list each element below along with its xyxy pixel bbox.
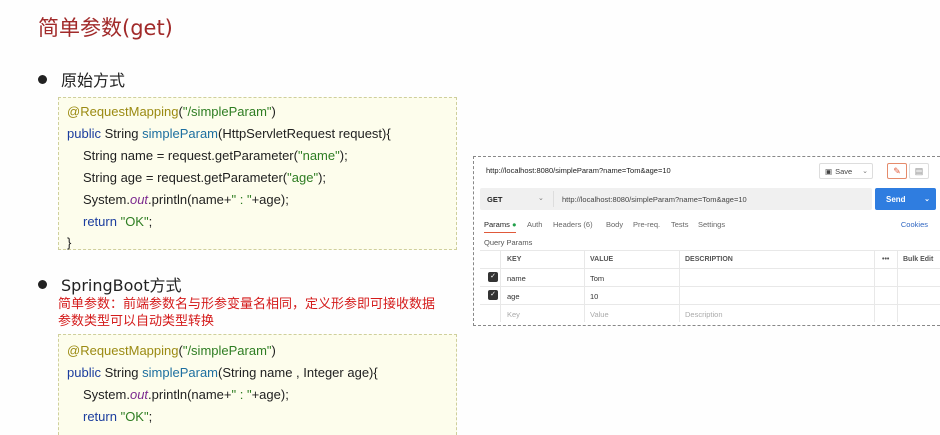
divider	[553, 191, 554, 207]
tab-body[interactable]: Body	[606, 220, 623, 229]
tab-headers[interactable]: Headers (6)	[553, 220, 593, 229]
bullet-raw-method-label: 原始方式	[61, 71, 126, 90]
code-line: @RequestMapping("/simpleParam")	[67, 104, 276, 119]
url-input[interactable]: http://localhost:8080/simpleParam?name=T…	[562, 195, 747, 204]
bullet-dot	[38, 74, 47, 84]
code-block-springboot: @RequestMapping("/simpleParam") public S…	[58, 334, 457, 435]
checkbox-checked-icon[interactable]: ✓	[488, 272, 498, 282]
bullet-raw-method: 原始方式	[38, 67, 125, 91]
column-description: DESCRIPTION	[685, 256, 733, 263]
postman-request-panel: http://localhost:8080/simpleParam?name=T…	[473, 156, 940, 326]
param-key[interactable]: name	[507, 274, 526, 283]
request-tab-title: http://localhost:8080/simpleParam?name=T…	[486, 166, 671, 175]
bullet-dot	[38, 279, 47, 289]
dot-icon: ●	[511, 220, 517, 229]
save-button[interactable]: ▣ Save ⌄	[819, 163, 873, 179]
query-params-label: Query Params	[484, 238, 533, 247]
checkbox-checked-icon[interactable]: ✓	[488, 290, 498, 300]
code-block-raw: @RequestMapping("/simpleParam") public S…	[58, 97, 457, 250]
pencil-icon[interactable]: ✎	[887, 163, 907, 179]
send-label: Send	[886, 194, 906, 204]
slide-title: 简单参数(get)	[38, 16, 173, 40]
code-line: public String simpleParam(HttpServletReq…	[67, 126, 391, 141]
request-url-bar: GET ⌄ http://localhost:8080/simpleParam?…	[480, 188, 872, 210]
comment-icon[interactable]: ▤	[909, 163, 929, 179]
tab-auth[interactable]: Auth	[527, 220, 542, 229]
param-key[interactable]: age	[507, 292, 520, 301]
code-line: return "OK";	[83, 214, 153, 229]
table-header-row: KEY VALUE DESCRIPTION ••• Bulk Edit	[480, 250, 940, 268]
save-label: Save	[835, 166, 853, 176]
cookies-link[interactable]: Cookies	[901, 220, 928, 229]
code-line: System.out.println(name+" : "+age);	[83, 192, 289, 207]
method-select[interactable]: GET	[487, 195, 502, 204]
table-row-empty: Key Value Description	[480, 304, 940, 322]
code-line: }	[67, 235, 72, 250]
table-row: ✓ age 10	[480, 286, 940, 304]
chevron-down-icon[interactable]: ⌄	[538, 194, 544, 202]
tab-prereq[interactable]: Pre-req.	[633, 220, 660, 229]
description-placeholder[interactable]: Description	[685, 310, 723, 319]
chevron-down-icon[interactable]: ⌄	[862, 167, 872, 175]
key-placeholder[interactable]: Key	[507, 310, 520, 319]
code-line: @RequestMapping("/simpleParam")	[67, 343, 276, 358]
bulk-edit-button[interactable]: Bulk Edit	[903, 256, 933, 263]
more-icon[interactable]: •••	[882, 256, 889, 263]
table-row: ✓ name Tom	[480, 268, 940, 286]
code-line: public String simpleParam(String name , …	[67, 365, 378, 380]
send-button[interactable]: Send ⌄	[875, 188, 936, 210]
code-line: return "OK";	[83, 409, 153, 424]
bullet-springboot-label: SpringBoot方式	[61, 276, 182, 295]
tab-params[interactable]: Params ●	[484, 220, 517, 233]
tab-tests[interactable]: Tests	[671, 220, 689, 229]
tab-settings[interactable]: Settings	[698, 220, 725, 229]
column-value: VALUE	[590, 256, 614, 263]
bullet-springboot-method: SpringBoot方式	[38, 272, 181, 296]
value-placeholder[interactable]: Value	[590, 310, 609, 319]
chevron-down-icon[interactable]: ⌄	[924, 195, 936, 203]
column-key: KEY	[507, 256, 522, 263]
code-line: String age = request.getParameter("age")…	[83, 170, 327, 185]
param-value[interactable]: 10	[590, 292, 598, 301]
note-line-1: 简单参数：前端参数名与形参变量名相同，定义形参即可接收数据	[58, 297, 436, 312]
param-value[interactable]: Tom	[590, 274, 604, 283]
code-line: System.out.println(name+" : "+age);	[83, 387, 289, 402]
save-icon: ▣	[825, 166, 833, 176]
code-line: String name = request.getParameter("name…	[83, 148, 348, 163]
note-line-2: 参数类型可以自动类型转换	[58, 314, 215, 329]
